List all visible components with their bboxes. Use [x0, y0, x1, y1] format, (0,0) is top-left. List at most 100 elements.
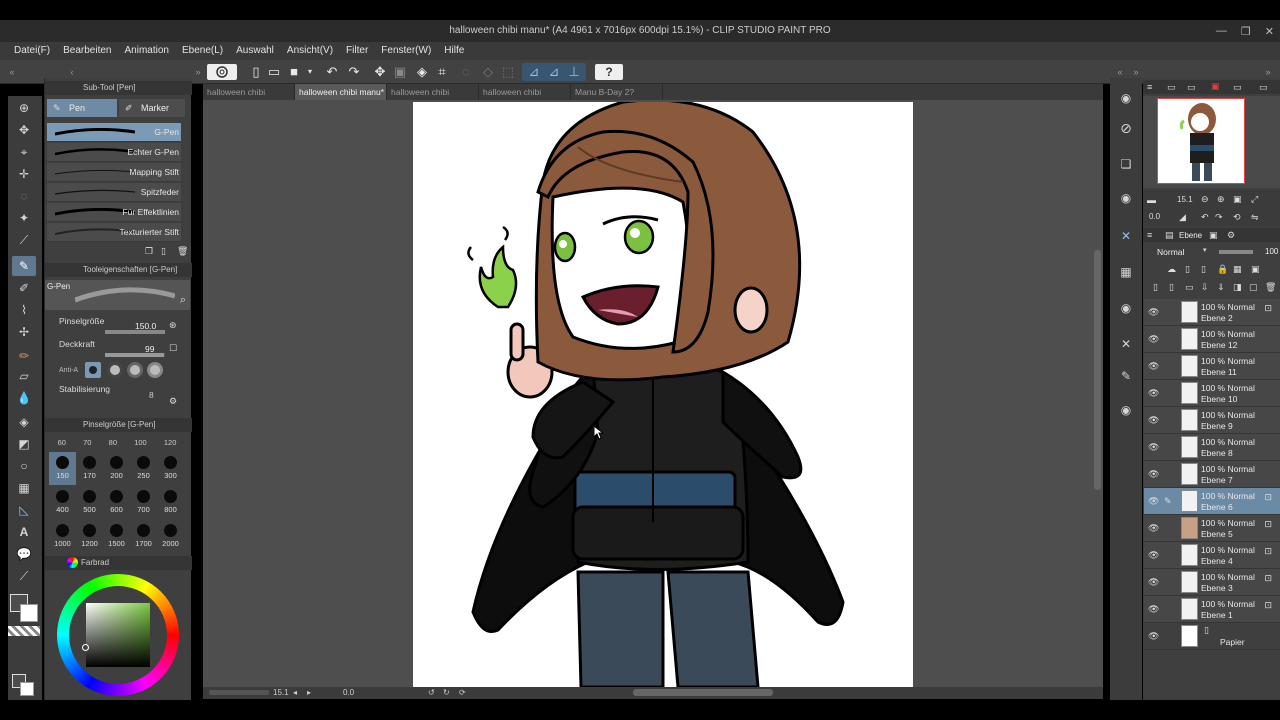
size-head[interactable]: 60: [58, 436, 66, 450]
selection-tool-icon[interactable]: ◌: [16, 188, 32, 204]
canvas-paper[interactable]: [413, 102, 913, 687]
deselect-icon[interactable]: ◌: [458, 64, 474, 80]
clear-icon[interactable]: ▣: [392, 64, 408, 80]
nav-rotate-right-icon[interactable]: ↷: [1215, 212, 1223, 223]
info-tab-icon[interactable]: ▭: [1233, 82, 1242, 93]
antialias-medium-button[interactable]: [127, 362, 143, 378]
layer-row[interactable]: 👁 100 % Normal Ebene 11: [1144, 353, 1280, 380]
zoom-tool-icon[interactable]: ⊕: [16, 100, 32, 116]
history-icon[interactable]: ◉: [1118, 190, 1134, 206]
magnify-icon[interactable]: ⌕: [180, 294, 186, 307]
eyedropper-icon[interactable]: ⟋: [16, 232, 32, 248]
zoom-slider[interactable]: [209, 690, 269, 695]
save-dropdown-icon[interactable]: ▾: [302, 64, 318, 80]
size-cell[interactable]: 250: [130, 452, 157, 485]
layer-opacity-slider[interactable]: [1219, 250, 1253, 254]
size-cell[interactable]: 1000: [49, 520, 76, 553]
expand-icon[interactable]: »: [190, 64, 206, 80]
new-raster-layer-icon[interactable]: ▯: [1153, 282, 1158, 293]
stabilization-value[interactable]: 8: [149, 390, 154, 400]
color-saturation-square[interactable]: [86, 603, 150, 667]
visibility-eye-icon[interactable]: 👁: [1148, 523, 1159, 534]
transform-icon[interactable]: ✥: [372, 64, 388, 80]
zoom-in-icon[interactable]: ▸: [307, 688, 311, 697]
blend-mode-select[interactable]: Normal: [1157, 247, 1184, 257]
wrench-icon[interactable]: ⚙: [169, 396, 177, 407]
correct-line-icon[interactable]: ⟋: [16, 568, 32, 584]
opacity-checkbox[interactable]: ☐: [169, 343, 177, 354]
flip-icon[interactable]: ⟳: [459, 688, 466, 697]
settings-icon[interactable]: ◉: [1118, 402, 1134, 418]
maximize-button[interactable]: ❐: [1241, 25, 1251, 38]
menu-ebene[interactable]: Ebene(L): [178, 42, 232, 60]
layer-row[interactable]: 👁 100 % Normal Ebene 1 ⊡: [1144, 596, 1280, 623]
new-vector-layer-icon[interactable]: ▯: [1169, 282, 1174, 293]
snap-ruler-icon[interactable]: ⊿: [526, 64, 542, 80]
layer-row-paper[interactable]: 👁 ▯ Papier: [1144, 623, 1280, 650]
move-tool-icon[interactable]: ✥: [16, 122, 32, 138]
fill-icon[interactable]: ◈: [414, 64, 430, 80]
material-icon[interactable]: ❏: [1118, 156, 1134, 172]
frame-tool-icon[interactable]: ▦: [16, 480, 32, 496]
layer-mask-icon[interactable]: ▣: [1251, 264, 1260, 275]
menu-fenster[interactable]: Fenster(W): [377, 42, 440, 60]
rotate-left-icon[interactable]: ↺: [428, 688, 435, 697]
snap-special-ruler-icon[interactable]: ⊿: [546, 64, 562, 80]
blend-mode-dropdown-icon[interactable]: ▾: [1203, 246, 1207, 254]
menu-hilfe[interactable]: Hilfe: [440, 42, 473, 60]
nav-zoom-in-icon[interactable]: ⊕: [1217, 194, 1225, 205]
cross-icon[interactable]: ✕: [1118, 336, 1134, 352]
close-button[interactable]: ✕: [1265, 25, 1274, 38]
size-head[interactable]: 70: [83, 436, 91, 450]
color-wheel[interactable]: [57, 574, 179, 696]
size-head[interactable]: 120: [164, 436, 177, 450]
gradient-tool-icon[interactable]: ◩: [16, 436, 32, 452]
pen-tool-icon[interactable]: ✎: [16, 258, 32, 274]
nav-reset-icon[interactable]: ⟲: [1233, 212, 1241, 223]
horizontal-scrollbar[interactable]: [633, 689, 773, 696]
nav-zoom-out-icon[interactable]: ⊖: [1201, 194, 1209, 205]
opacity-slider[interactable]: [105, 353, 165, 357]
visibility-eye-icon[interactable]: 👁: [1148, 469, 1159, 480]
layer-row[interactable]: 👁 100 % Normal Ebene 4 ⊡: [1144, 542, 1280, 569]
layer-clip-icon[interactable]: ▯: [1185, 264, 1190, 275]
redo-icon[interactable]: ↷: [346, 64, 362, 80]
preview-tab-icon[interactable]: ▣: [1211, 81, 1220, 92]
transform-panel-icon[interactable]: ✕: [1118, 228, 1134, 244]
edit-icon[interactable]: ✎: [1118, 368, 1134, 384]
layer-draft-icon[interactable]: ▯: [1201, 264, 1206, 275]
visibility-eye-icon[interactable]: 👁: [1148, 550, 1159, 561]
menu-bearbeiten[interactable]: Bearbeiten: [59, 42, 120, 60]
size-cell-selected[interactable]: 150: [49, 452, 76, 485]
brush-tool-icon[interactable]: ⌇: [16, 302, 32, 318]
pin-icon[interactable]: ◉: [1118, 300, 1134, 316]
transfer-icon[interactable]: ⇓: [1217, 282, 1225, 293]
collapse-left-icon[interactable]: «: [4, 64, 20, 80]
visibility-eye-icon[interactable]: 👁: [1148, 307, 1159, 318]
fill-tool-icon[interactable]: ◈: [16, 414, 32, 430]
layer-row[interactable]: 👁 100 % Normal Ebene 7: [1144, 461, 1280, 488]
size-cell[interactable]: 170: [76, 452, 103, 485]
visibility-eye-icon[interactable]: 👁: [1148, 496, 1159, 507]
canvas-area[interactable]: [203, 100, 1103, 687]
size-head[interactable]: 80: [109, 436, 117, 450]
size-cell[interactable]: 1200: [76, 520, 103, 553]
layer-mask-add-icon[interactable]: ◨: [1233, 282, 1242, 293]
layer-property-icon[interactable]: ◉: [1118, 90, 1134, 106]
size-head[interactable]: 100: [134, 436, 147, 450]
brush-g-pen[interactable]: G-Pen: [47, 123, 181, 142]
menu-ansicht[interactable]: Ansicht(V): [283, 42, 342, 60]
size-cell[interactable]: 700: [130, 486, 157, 519]
layer-apply-icon[interactable]: ▢: [1249, 282, 1258, 293]
menu-datei[interactable]: Datei(F): [10, 42, 59, 60]
layer-lock-icon[interactable]: 🔒: [1217, 264, 1228, 275]
zoom-out-icon[interactable]: ◂: [293, 688, 297, 697]
new-file-icon[interactable]: ▯: [248, 64, 264, 80]
nav-flip-icon[interactable]: ⤢: [1251, 194, 1258, 205]
size-cell[interactable]: 300: [157, 452, 184, 485]
operation-tool-icon[interactable]: ⌖: [16, 144, 32, 160]
brush-size-value[interactable]: 150.0: [135, 321, 156, 331]
ruler-tool-icon[interactable]: ◺: [16, 502, 32, 518]
size-cell[interactable]: 1500: [103, 520, 130, 553]
layer-row[interactable]: 👁 100 % Normal Ebene 12: [1144, 326, 1280, 353]
